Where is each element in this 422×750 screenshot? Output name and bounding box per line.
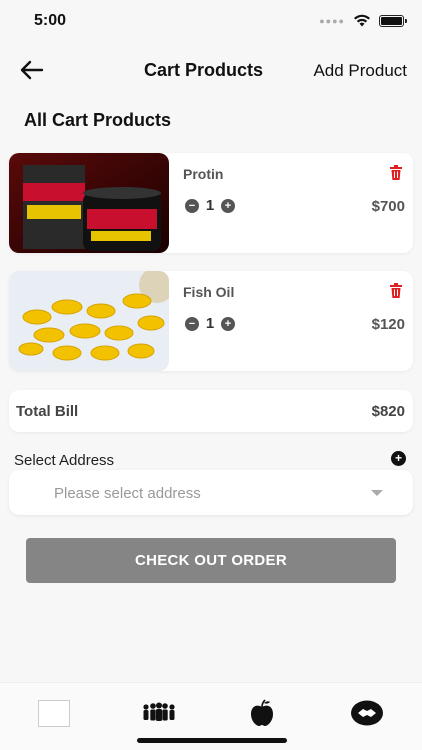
tab-nutrition[interactable] xyxy=(244,697,280,729)
back-arrow-icon[interactable] xyxy=(18,58,46,82)
tab-community[interactable] xyxy=(141,697,177,729)
status-time: 5:00 xyxy=(34,12,67,29)
delete-icon[interactable] xyxy=(389,165,403,180)
product-price: $120 xyxy=(371,316,405,333)
add-product-button[interactable]: Add Product xyxy=(313,61,407,81)
select-address-label: Select Address xyxy=(14,452,115,469)
nav-header: Cart Products Add Product xyxy=(0,50,422,90)
handshake-icon xyxy=(351,700,383,726)
address-dropdown[interactable]: Please select address xyxy=(9,470,413,515)
wifi-icon xyxy=(354,14,370,27)
add-address-icon[interactable]: + xyxy=(391,451,406,466)
increase-quantity-button[interactable]: + xyxy=(221,198,235,213)
blank-square-icon xyxy=(38,699,70,727)
signal-icon: ●●●● xyxy=(319,15,345,26)
cart-item: Protin − 1 + $700 xyxy=(9,153,413,253)
page-title: Cart Products xyxy=(144,60,264,80)
total-bill-row: Total Bill $820 xyxy=(9,390,413,432)
cart-item: Fish Oil − 1 + $120 xyxy=(9,271,413,371)
section-title: All Cart Products xyxy=(24,110,172,130)
tab-deals[interactable] xyxy=(349,697,385,729)
product-image xyxy=(9,271,169,371)
quantity-value: 1 xyxy=(205,315,215,332)
product-name: Protin xyxy=(183,166,224,182)
decrease-quantity-button[interactable]: − xyxy=(185,198,199,213)
apple-icon xyxy=(251,699,273,726)
home-indicator xyxy=(137,738,287,743)
chevron-down-icon xyxy=(371,490,383,496)
decrease-quantity-button[interactable]: − xyxy=(185,316,199,331)
people-icon xyxy=(143,702,175,721)
total-bill-value: $820 xyxy=(371,403,405,420)
battery-icon xyxy=(379,14,407,27)
status-icons: ●●●● xyxy=(319,14,407,27)
total-bill-label: Total Bill xyxy=(16,403,79,420)
increase-quantity-button[interactable]: + xyxy=(221,316,235,331)
product-price: $700 xyxy=(371,198,405,215)
tab-blank[interactable] xyxy=(36,697,72,729)
product-image xyxy=(9,153,169,253)
quantity-stepper: − 1 + xyxy=(185,315,235,332)
delete-icon[interactable] xyxy=(389,283,403,298)
quantity-stepper: − 1 + xyxy=(185,197,235,214)
quantity-value: 1 xyxy=(205,197,215,214)
status-bar: 5:00 ●●●● xyxy=(0,0,422,44)
checkout-button[interactable]: CHECK OUT ORDER xyxy=(26,538,396,583)
address-placeholder: Please select address xyxy=(54,485,201,502)
product-name: Fish Oil xyxy=(183,284,235,300)
